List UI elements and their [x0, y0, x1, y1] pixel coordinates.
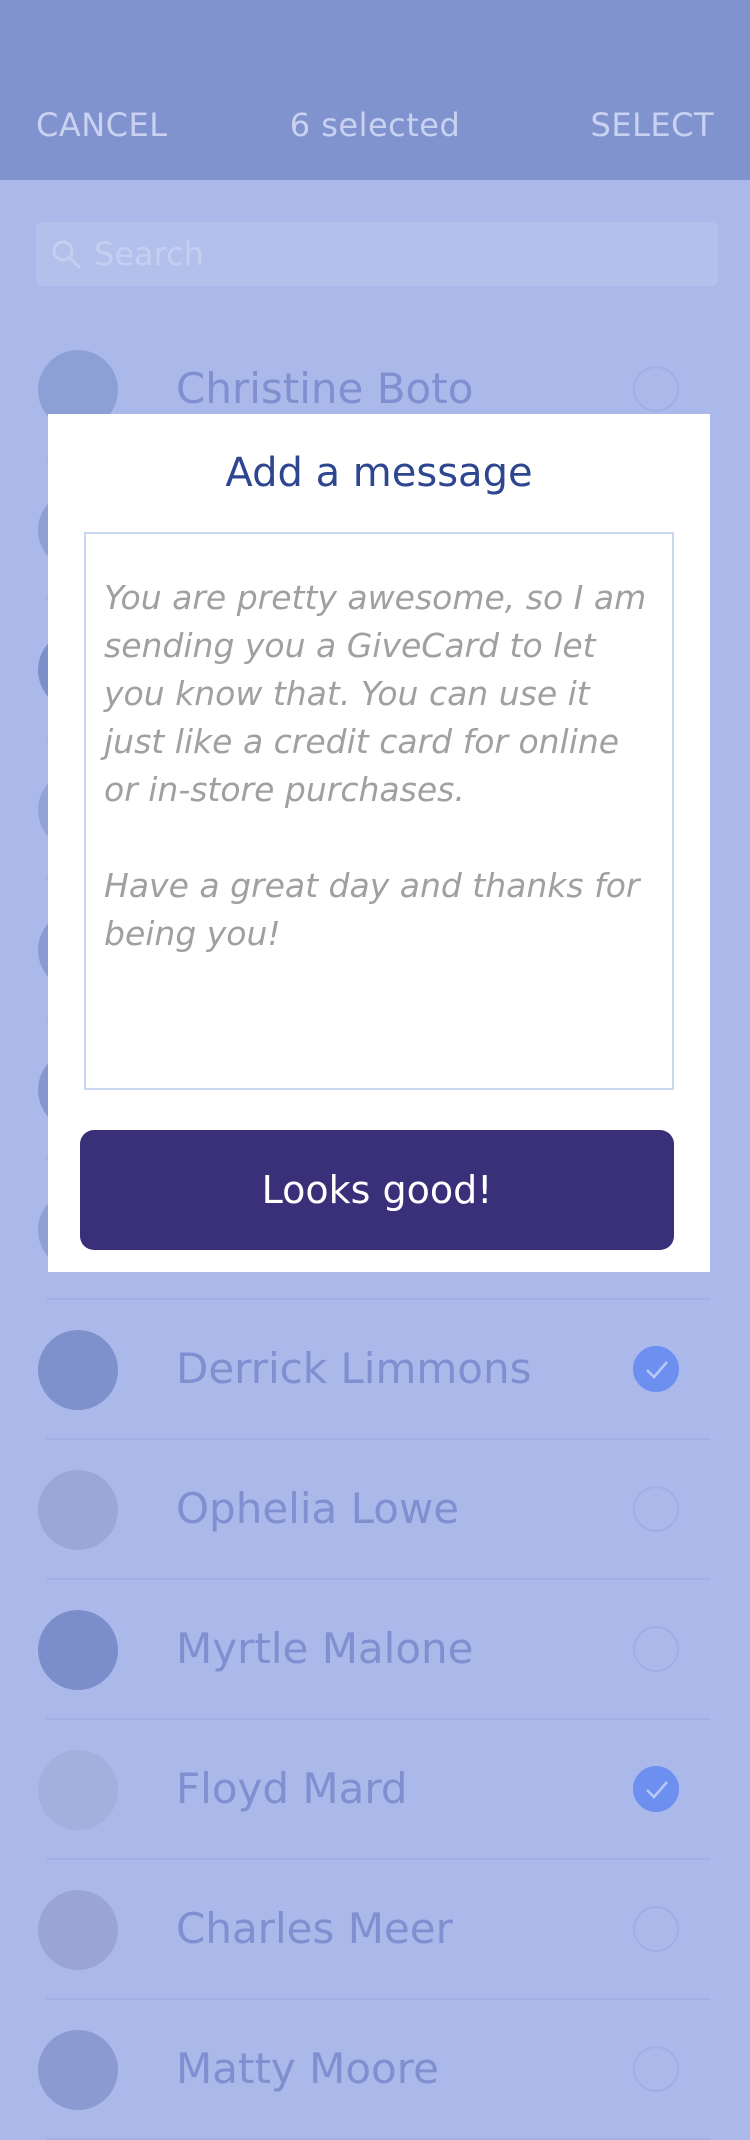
contact-name: Charles Meer — [176, 1904, 453, 1953]
looks-good-button[interactable]: Looks good! — [80, 1130, 674, 1250]
select-checkbox-checked[interactable] — [633, 1346, 679, 1392]
contact-name: Matty Moore — [176, 2044, 439, 2093]
contact-row[interactable]: Ophelia Lowe — [0, 1440, 750, 1580]
contact-row[interactable]: Charles Meer — [0, 1860, 750, 2000]
avatar — [38, 1890, 118, 1970]
select-checkbox[interactable] — [633, 2046, 679, 2092]
avatar — [38, 2030, 118, 2110]
app-header: CANCEL 6 selected SELECT — [0, 0, 750, 180]
search-icon — [50, 238, 82, 270]
message-paragraph: You are pretty awesome, so I am sending … — [104, 578, 647, 809]
contact-row[interactable]: Matty Moore — [0, 2000, 750, 2140]
search-bar[interactable]: Search — [36, 222, 718, 286]
select-checkbox[interactable] — [633, 366, 679, 412]
message-paragraph: Have a great day and thanks for being yo… — [104, 866, 640, 953]
contact-row[interactable]: Floyd Mard — [0, 1720, 750, 1860]
message-textarea[interactable]: You are pretty awesome, so I am sending … — [84, 532, 674, 1090]
contact-name: Ophelia Lowe — [176, 1484, 460, 1533]
contact-name: Derrick Limmons — [176, 1344, 532, 1393]
contact-row[interactable]: Myrtle Malone — [0, 1580, 750, 1720]
avatar — [38, 1470, 118, 1550]
select-checkbox-checked[interactable] — [633, 1766, 679, 1812]
modal-title: Add a message — [225, 450, 533, 496]
checkmark-icon — [646, 1361, 668, 1379]
contact-row[interactable]: Derrick Limmons — [0, 1300, 750, 1440]
select-checkbox[interactable] — [633, 1486, 679, 1532]
checkmark-icon — [646, 1781, 668, 1799]
select-button[interactable]: SELECT — [591, 106, 714, 144]
avatar — [38, 1610, 118, 1690]
contact-name: Floyd Mard — [176, 1764, 408, 1813]
avatar — [38, 1330, 118, 1410]
add-message-modal: Add a message You are pretty awesome, so… — [48, 414, 710, 1272]
avatar — [38, 1750, 118, 1830]
select-checkbox[interactable] — [633, 1626, 679, 1672]
search-input[interactable]: Search — [94, 235, 204, 273]
contact-name: Christine Boto — [176, 364, 474, 413]
contact-name: Myrtle Malone — [176, 1624, 474, 1673]
select-checkbox[interactable] — [633, 1906, 679, 1952]
